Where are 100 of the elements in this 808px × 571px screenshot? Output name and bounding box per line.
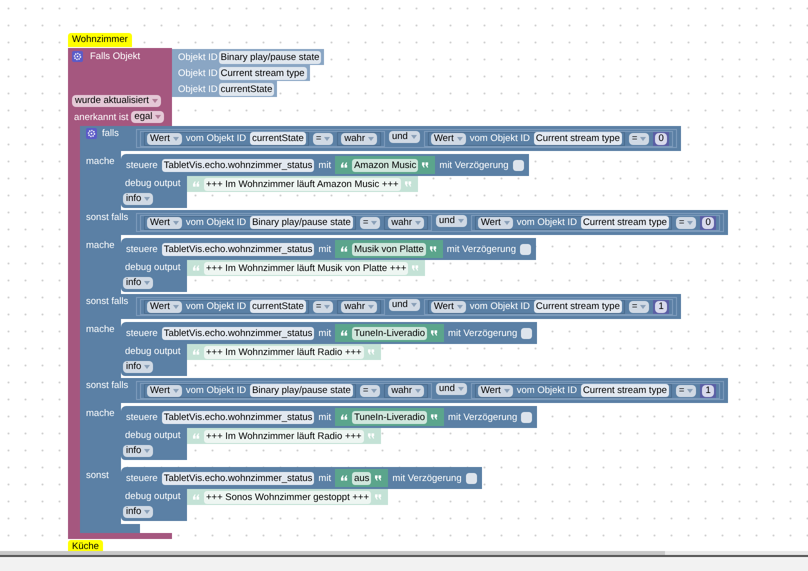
attribute-dropdown[interactable]: Wert [430,300,466,312]
quote-icon [422,162,430,168]
logic-dropdown[interactable]: und [388,131,420,143]
text-field[interactable]: aus [352,472,372,484]
block-label: vom Objekt ID [186,301,246,312]
delay-checkbox[interactable] [521,328,532,338]
block-label: vom Objekt ID [470,301,530,312]
quote-icon [193,181,200,187]
caret-icon [504,388,510,392]
text-field[interactable]: +++ Im Wohnzimmer läuft Musik von Platte +++ [204,262,408,274]
caret-icon [640,304,646,308]
caret-icon [324,136,330,140]
attribute-dropdown[interactable]: Wert [430,132,466,144]
attribute-dropdown[interactable]: Wert [478,384,513,396]
object-id-field[interactable]: Binary play/pause state [218,50,322,64]
attribute-dropdown[interactable]: Wert [478,216,513,228]
caret-icon [172,136,179,140]
quote-icon [368,433,375,439]
text-field[interactable]: Musik von Platte [352,242,426,256]
operator-dropdown[interactable]: = [360,216,380,228]
block-label: mit Verzögerung [448,328,518,338]
operator-dropdown[interactable]: = [628,132,650,144]
gear-icon[interactable] [72,50,83,62]
object-id-field[interactable]: Current stream type [580,384,669,397]
branch-label: sonst [86,470,109,481]
block-label: mit [318,328,332,338]
level-dropdown[interactable]: info [123,506,154,518]
text-field[interactable]: +++ Im Wohnzimmer läuft Radio +++ [204,346,364,358]
attribute-dropdown[interactable]: Wert [147,384,182,396]
state-field[interactable]: TabletVis.echo.wohnzimmer_status [162,410,314,424]
caret-icon [155,115,162,119]
state-field[interactable]: TabletVis.echo.wohnzimmer_status [162,242,314,256]
caret-icon [410,135,417,139]
object-id-field[interactable]: Current stream type [580,216,669,229]
mode-dropdown[interactable]: wurde aktualisiert [72,95,161,107]
caret-icon [368,304,374,308]
object-id-field[interactable]: currentState [218,82,274,96]
caret-icon [410,303,417,307]
logic-dropdown[interactable]: und [436,383,467,395]
level-dropdown[interactable]: info [123,445,154,457]
text-field[interactable]: +++ Sonos Wohnzimmer gestoppt +++ [204,490,372,504]
block-label: mit Verzögerung [439,160,509,170]
delay-checkbox[interactable] [512,160,524,170]
text-field[interactable]: TuneIn-Liveradio [352,410,428,424]
object-id-field[interactable]: currentState [250,300,306,313]
logic-dropdown[interactable]: und [388,299,420,311]
operator-dropdown[interactable]: = [676,216,696,228]
logic-dropdown[interactable]: und [436,215,467,227]
operator-dropdown[interactable]: = [628,300,650,312]
caret-icon [368,136,374,140]
delay-checkbox[interactable] [521,412,532,422]
operator-dropdown[interactable]: = [312,132,334,144]
branch-label: mache [86,156,115,167]
text-field[interactable]: Amazon Music [352,158,418,172]
scrollbar[interactable] [0,551,665,555]
object-id-field[interactable]: Current stream type [534,132,622,145]
operator-dropdown[interactable]: = [676,384,696,396]
number-field[interactable]: 1 [655,300,667,312]
boolean-dropdown[interactable]: wahr [388,384,424,396]
operator-dropdown[interactable]: = [312,300,334,312]
operator-dropdown[interactable]: = [360,384,380,396]
delay-checkbox[interactable] [466,472,477,484]
level-dropdown[interactable]: info [123,193,154,205]
delay-checkbox[interactable] [520,244,531,254]
number-field[interactable]: 1 [702,384,714,396]
attribute-dropdown[interactable]: Wert [147,216,182,228]
boolean-dropdown[interactable]: wahr [388,216,424,228]
block-label: vom Objekt ID [186,385,246,396]
text-field[interactable]: +++ Im Wohnzimmer läuft Radio +++ [204,430,364,442]
gear-icon[interactable] [86,128,97,139]
caret-icon [504,220,510,224]
state-field[interactable]: TabletVis.echo.wohnzimmer_status [162,326,314,340]
block-label: vom Objekt ID [516,385,577,396]
state-field[interactable]: TabletVis.echo.wohnzimmer_status [162,158,314,172]
attribute-dropdown[interactable]: Wert [147,132,182,144]
object-id-field[interactable]: Binary play/pause state [250,384,353,397]
level-dropdown[interactable]: info [123,361,154,373]
caret-icon [687,388,694,392]
boolean-dropdown[interactable]: wahr [341,300,377,312]
quote-icon [412,265,420,271]
number-field[interactable]: 0 [655,132,667,144]
quote-icon [341,162,348,168]
ack-dropdown[interactable]: egal [131,111,164,123]
attribute-dropdown[interactable]: Wert [147,300,182,312]
state-field[interactable]: TabletVis.echo.wohnzimmer_status [162,472,314,484]
boolean-dropdown[interactable]: wahr [341,132,377,144]
object-id-field[interactable]: Current stream type [218,66,307,80]
block-label: debug output [125,491,180,502]
text-field[interactable]: +++ Im Wohnzimmer läuft Amazon Music +++ [204,178,401,190]
quote-icon [375,475,382,481]
text-field[interactable]: TuneIn-Liveradio [352,326,428,340]
object-id-field[interactable]: Current stream type [534,300,622,313]
number-field[interactable]: 0 [702,216,714,228]
caret-icon [687,220,694,224]
caret-icon [324,304,330,308]
level-dropdown[interactable]: info [123,277,154,289]
workspace-label: Küche [68,540,103,551]
block-label: vom Objekt ID [186,133,246,144]
object-id-field[interactable]: Binary play/pause state [250,216,353,229]
object-id-field[interactable]: currentState [250,132,306,145]
